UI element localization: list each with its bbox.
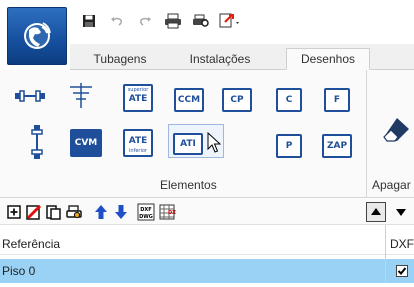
ribbon-panel: superior ATE CCM CP C F CVM ATE inferior… — [0, 70, 414, 198]
antenna-mast-button[interactable] — [66, 80, 96, 110]
row-reference-cell: Piso 0 — [2, 264, 36, 278]
cp-button[interactable]: CP — [222, 88, 252, 112]
tap-fitting-button[interactable] — [28, 124, 46, 160]
eraser-icon — [383, 118, 409, 142]
redo-icon[interactable] — [134, 11, 156, 31]
ati-label: ATI — [180, 139, 196, 149]
zap-label: ZAP — [326, 141, 348, 151]
svg-text:DWG: DWG — [139, 214, 153, 220]
svg-text:DXF: DXF — [140, 207, 151, 213]
c-button[interactable]: C — [276, 88, 302, 112]
copy-icon[interactable] — [45, 203, 63, 221]
group-separator — [366, 70, 367, 198]
ate-superior-sublabel: superior — [127, 87, 149, 93]
cp-label: CP — [230, 95, 244, 105]
ccm-button[interactable]: CCM — [174, 88, 204, 112]
save-icon[interactable] — [78, 11, 100, 31]
dxf-checkbox[interactable] — [396, 265, 408, 277]
tab-desenhos[interactable]: Desenhos — [286, 48, 370, 70]
cvm-label: CVM — [74, 138, 98, 148]
erase-button[interactable] — [378, 110, 414, 150]
column-header-reference[interactable]: Referência — [2, 237, 60, 251]
print-icon[interactable] — [162, 11, 184, 31]
arrow-up-icon — [371, 208, 381, 215]
column-separator — [385, 225, 386, 283]
scroll-down-button[interactable] — [391, 202, 411, 222]
list-toolbar: DXFDWG DXF — [0, 199, 414, 225]
add-icon[interactable] — [5, 203, 23, 221]
tab-tubagens[interactable]: Tubagens — [82, 48, 158, 70]
app-logo-icon — [24, 22, 51, 49]
dxf-import-icon[interactable]: DXF DWG — [137, 203, 155, 221]
ati-button[interactable]: ATI — [173, 133, 203, 155]
column-header-dxf[interactable]: DXF — [390, 237, 414, 251]
ribbon-tab-strip: Tubagens Instalações Desenhos — [70, 44, 414, 70]
move-down-icon[interactable] — [112, 203, 130, 221]
table-row[interactable]: Piso 0 — [0, 259, 414, 283]
scroll-up-button[interactable] — [366, 202, 386, 222]
ate-superior-label: ATE — [128, 94, 148, 104]
group-label-apagar: Apagar — [372, 178, 411, 192]
app-window: Tubagens Instalações Desenhos superior A… — [0, 0, 414, 287]
move-up-icon[interactable] — [92, 203, 110, 221]
p-label: P — [285, 141, 293, 151]
dxf-table-icon[interactable]: DXF — [158, 203, 176, 221]
ate-inferior-sublabel: inferior — [129, 148, 147, 154]
ate-inferior-button[interactable]: ATE inferior — [123, 129, 153, 157]
preview-icon[interactable] — [190, 11, 212, 31]
application-menu-button[interactable] — [7, 7, 67, 65]
f-button[interactable]: F — [324, 88, 350, 112]
zap-button[interactable]: ZAP — [322, 134, 352, 158]
tab-instalacoes[interactable]: Instalações — [170, 48, 270, 70]
print-list-icon[interactable] — [65, 203, 83, 221]
group-label-elementos: Elementos — [160, 178, 217, 192]
cvm-button[interactable]: CVM — [70, 129, 102, 157]
tap-fitting-icon — [31, 125, 43, 159]
p-button[interactable]: P — [276, 134, 302, 158]
antenna-mast-icon — [70, 83, 92, 108]
references-table: Referência DXF Piso 0 — [0, 225, 414, 287]
svg-text:DXF: DXF — [168, 210, 176, 216]
check-icon — [397, 267, 407, 275]
pipe-connector-button[interactable] — [14, 86, 46, 106]
customize-qat-icon[interactable] — [218, 11, 244, 31]
quick-access-toolbar — [78, 10, 244, 32]
ate-superior-button[interactable]: superior ATE — [123, 84, 153, 112]
delete-icon[interactable] — [25, 203, 43, 221]
arrow-down-icon — [396, 209, 406, 216]
c-label: C — [285, 95, 293, 105]
table-header: Referência DXF — [0, 233, 414, 255]
undo-icon[interactable] — [106, 11, 128, 31]
pipe-connector-icon — [15, 90, 45, 102]
ccm-label: CCM — [177, 95, 201, 105]
ate-inferior-label: ATE — [128, 136, 148, 146]
f-label: F — [333, 95, 341, 105]
mouse-cursor-icon — [207, 132, 221, 153]
